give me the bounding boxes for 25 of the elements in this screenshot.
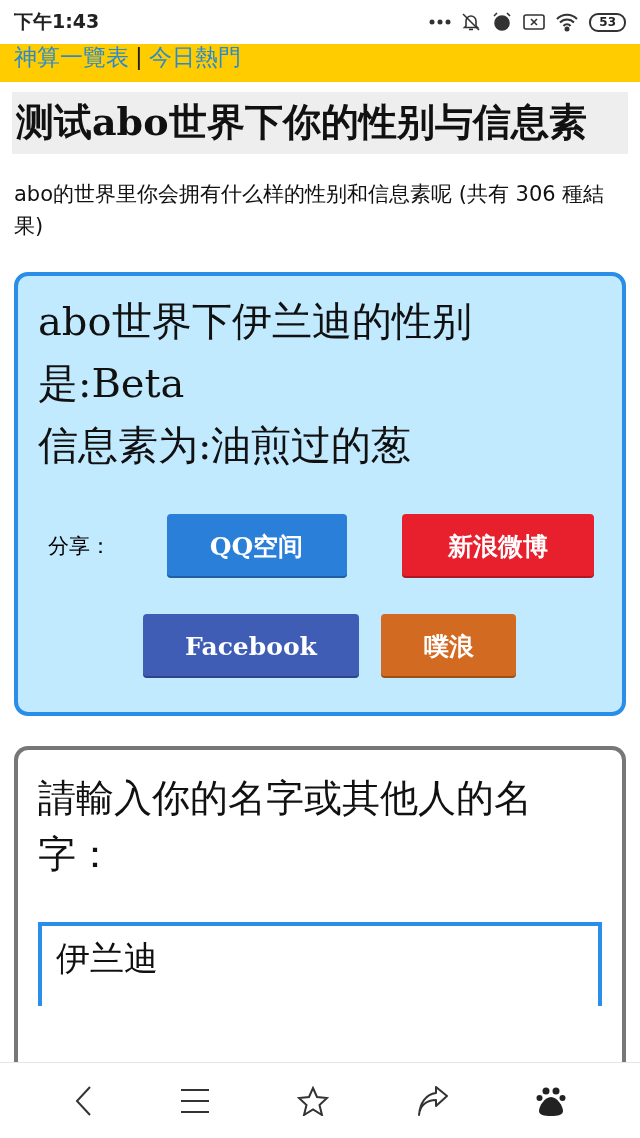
share-button[interactable]: 噗浪 xyxy=(381,614,516,678)
share-button[interactable]: 新浪微博 xyxy=(402,514,594,578)
page-title: 测试abo世界下你的性别与信息素 xyxy=(12,92,628,154)
result-text: 信息素为:油煎过的葱 xyxy=(38,421,413,470)
menu-icon[interactable] xyxy=(181,1087,210,1114)
name-input[interactable]: 伊兰迪 xyxy=(38,922,602,1006)
nav-link[interactable]: 今日熱門 xyxy=(148,44,241,70)
paw-icon[interactable] xyxy=(536,1085,567,1116)
muted-bell-icon xyxy=(461,12,482,32)
share-arrow-icon[interactable] xyxy=(416,1085,449,1116)
result-text: abo世界下伊兰迪的性别是:Beta xyxy=(38,297,473,408)
name-prompt: 請輸入你的名字或其他人的名字： xyxy=(38,775,533,878)
share-button[interactable]: QQ空间 xyxy=(166,514,347,578)
battery-indicator: 53 xyxy=(589,12,626,32)
nav-separator: | xyxy=(135,44,143,70)
description: abo的世界里你会拥有什么样的性别和信息素呢 (共有 306 種結果) xyxy=(14,181,606,240)
status-time: 下午1:43 xyxy=(14,9,100,34)
share-label: 分享： xyxy=(47,533,112,560)
more-dots-icon xyxy=(429,19,452,25)
sim-x-icon xyxy=(523,13,546,31)
star-icon[interactable] xyxy=(297,1085,329,1116)
nav-link[interactable]: 神算一覽表 xyxy=(14,44,129,70)
wifi-icon xyxy=(555,12,580,32)
share-button[interactable]: Facebook xyxy=(143,614,359,678)
back-icon[interactable] xyxy=(73,1084,94,1117)
